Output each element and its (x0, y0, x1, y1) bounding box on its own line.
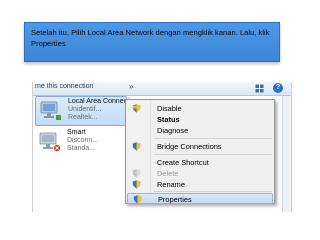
command-bar: me this connection » ? (33, 82, 291, 96)
help-icon[interactable]: ? (273, 83, 283, 93)
more-commands-chevron-icon[interactable]: » (129, 82, 133, 91)
network-connections-window: me this connection » ? Local Area Connec… (32, 82, 292, 212)
adapter-name: Smart (67, 129, 86, 136)
menu-item-bridge-connections[interactable]: Bridge Connections (127, 141, 273, 152)
rename-connection-command[interactable]: me this connection (35, 83, 93, 90)
context-menu: Disable Status Diagnose Bridge Connectio… (125, 99, 275, 204)
menu-item-label: Create Shortcut (157, 158, 209, 167)
view-options-icon[interactable] (255, 84, 264, 93)
menu-item-label: Bridge Connections (157, 142, 222, 151)
instruction-text: Setelah itu, Pilih Local Area Network de… (31, 28, 270, 48)
network-adapter-icon (40, 101, 61, 120)
shield-icon (132, 169, 141, 178)
menu-item-label: Rename (157, 180, 185, 189)
menu-item-label: Diagnose (157, 126, 189, 135)
vertical-scrollbar[interactable] (282, 96, 291, 212)
network-adapter-disconnected-icon (39, 132, 61, 152)
menu-item-diagnose[interactable]: Diagnose (127, 125, 273, 136)
menu-item-status[interactable]: Status (127, 114, 273, 125)
menu-item-create-shortcut[interactable]: Create Shortcut (127, 157, 273, 168)
menu-separator (154, 154, 272, 155)
instruction-banner: Setelah itu, Pilih Local Area Network de… (24, 22, 280, 62)
adapter-device: Standa... (67, 145, 96, 152)
adapter-smart[interactable]: Smart Disconn... Standa... (35, 128, 127, 158)
shield-icon (132, 180, 141, 189)
shield-icon (133, 195, 142, 204)
menu-item-label: Status (157, 115, 180, 124)
adapter-status: Disconn... (67, 137, 99, 144)
menu-item-label: Properties (158, 195, 192, 204)
menu-item-label: Disable (157, 104, 182, 113)
menu-item-rename[interactable]: Rename (127, 179, 273, 190)
shield-icon (132, 142, 141, 151)
menu-item-properties[interactable]: Properties (127, 193, 273, 204)
adapter-local-area-connection[interactable]: Local Area Connection Unidentif... Realt… (35, 96, 138, 126)
menu-separator (154, 191, 272, 192)
menu-item-delete: Delete (127, 168, 273, 179)
menu-item-label: Delete (157, 169, 179, 178)
menu-separator (154, 138, 272, 139)
shield-icon (132, 104, 141, 113)
menu-item-disable[interactable]: Disable (127, 103, 273, 114)
